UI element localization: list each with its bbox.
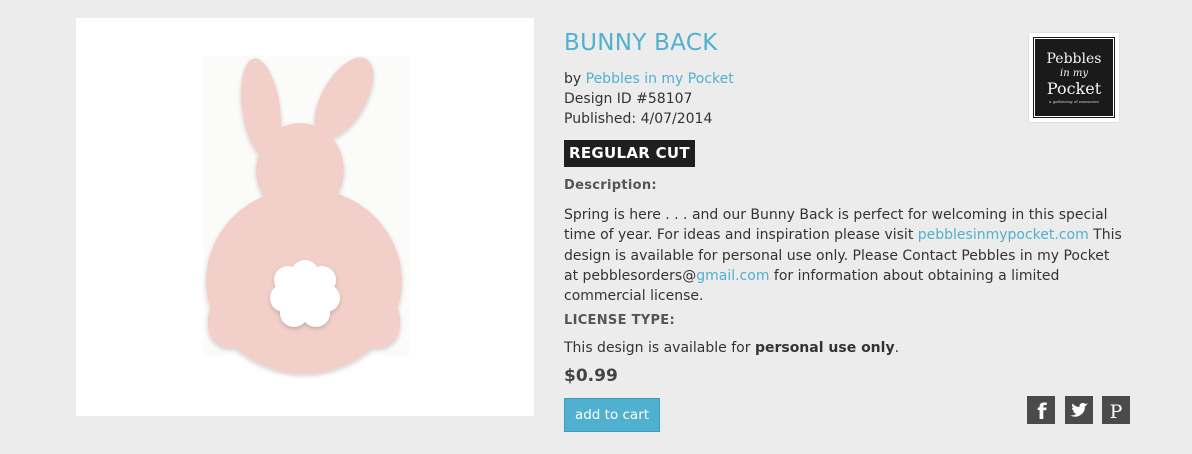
by-label: by [564, 71, 582, 87]
designer-logo[interactable]: Pebbles in my Pocket a gathering of memo… [1029, 33, 1119, 122]
product-title: BUNNY BACK [564, 30, 718, 56]
license-bold: personal use only [754, 340, 895, 356]
website-link[interactable]: pebblesinmypocket.com [918, 227, 1089, 243]
svg-text:f: f [1037, 400, 1047, 424]
twitter-share-icon[interactable] [1065, 396, 1093, 424]
published-date: Published: 4/07/2014 [564, 111, 713, 127]
description-label: Description: [564, 178, 657, 193]
pinterest-share-icon[interactable]: P [1102, 396, 1130, 424]
description-text: Spring is here . . . and our Bunny Back … [564, 207, 1122, 305]
price: $0.99 [564, 366, 618, 386]
design-id: Design ID #58107 [564, 91, 693, 107]
add-to-cart-button[interactable]: add to cart [564, 398, 660, 432]
email-link[interactable]: gmail.com [696, 268, 769, 284]
cut-type-badge: REGULAR CUT [564, 140, 695, 167]
product-image-panel [76, 18, 534, 416]
bunny-illustration [203, 56, 409, 374]
svg-text:P: P [1110, 401, 1123, 423]
product-meta: by Pebbles in my Pocket Design ID #58107… [564, 69, 734, 129]
license-text: This design is available for personal us… [564, 340, 900, 356]
facebook-share-icon[interactable]: f [1027, 396, 1055, 424]
author-line: by Pebbles in my Pocket [564, 69, 734, 89]
license-type-label: LICENSE TYPE: [564, 313, 675, 328]
author-link[interactable]: Pebbles in my Pocket [586, 71, 734, 87]
